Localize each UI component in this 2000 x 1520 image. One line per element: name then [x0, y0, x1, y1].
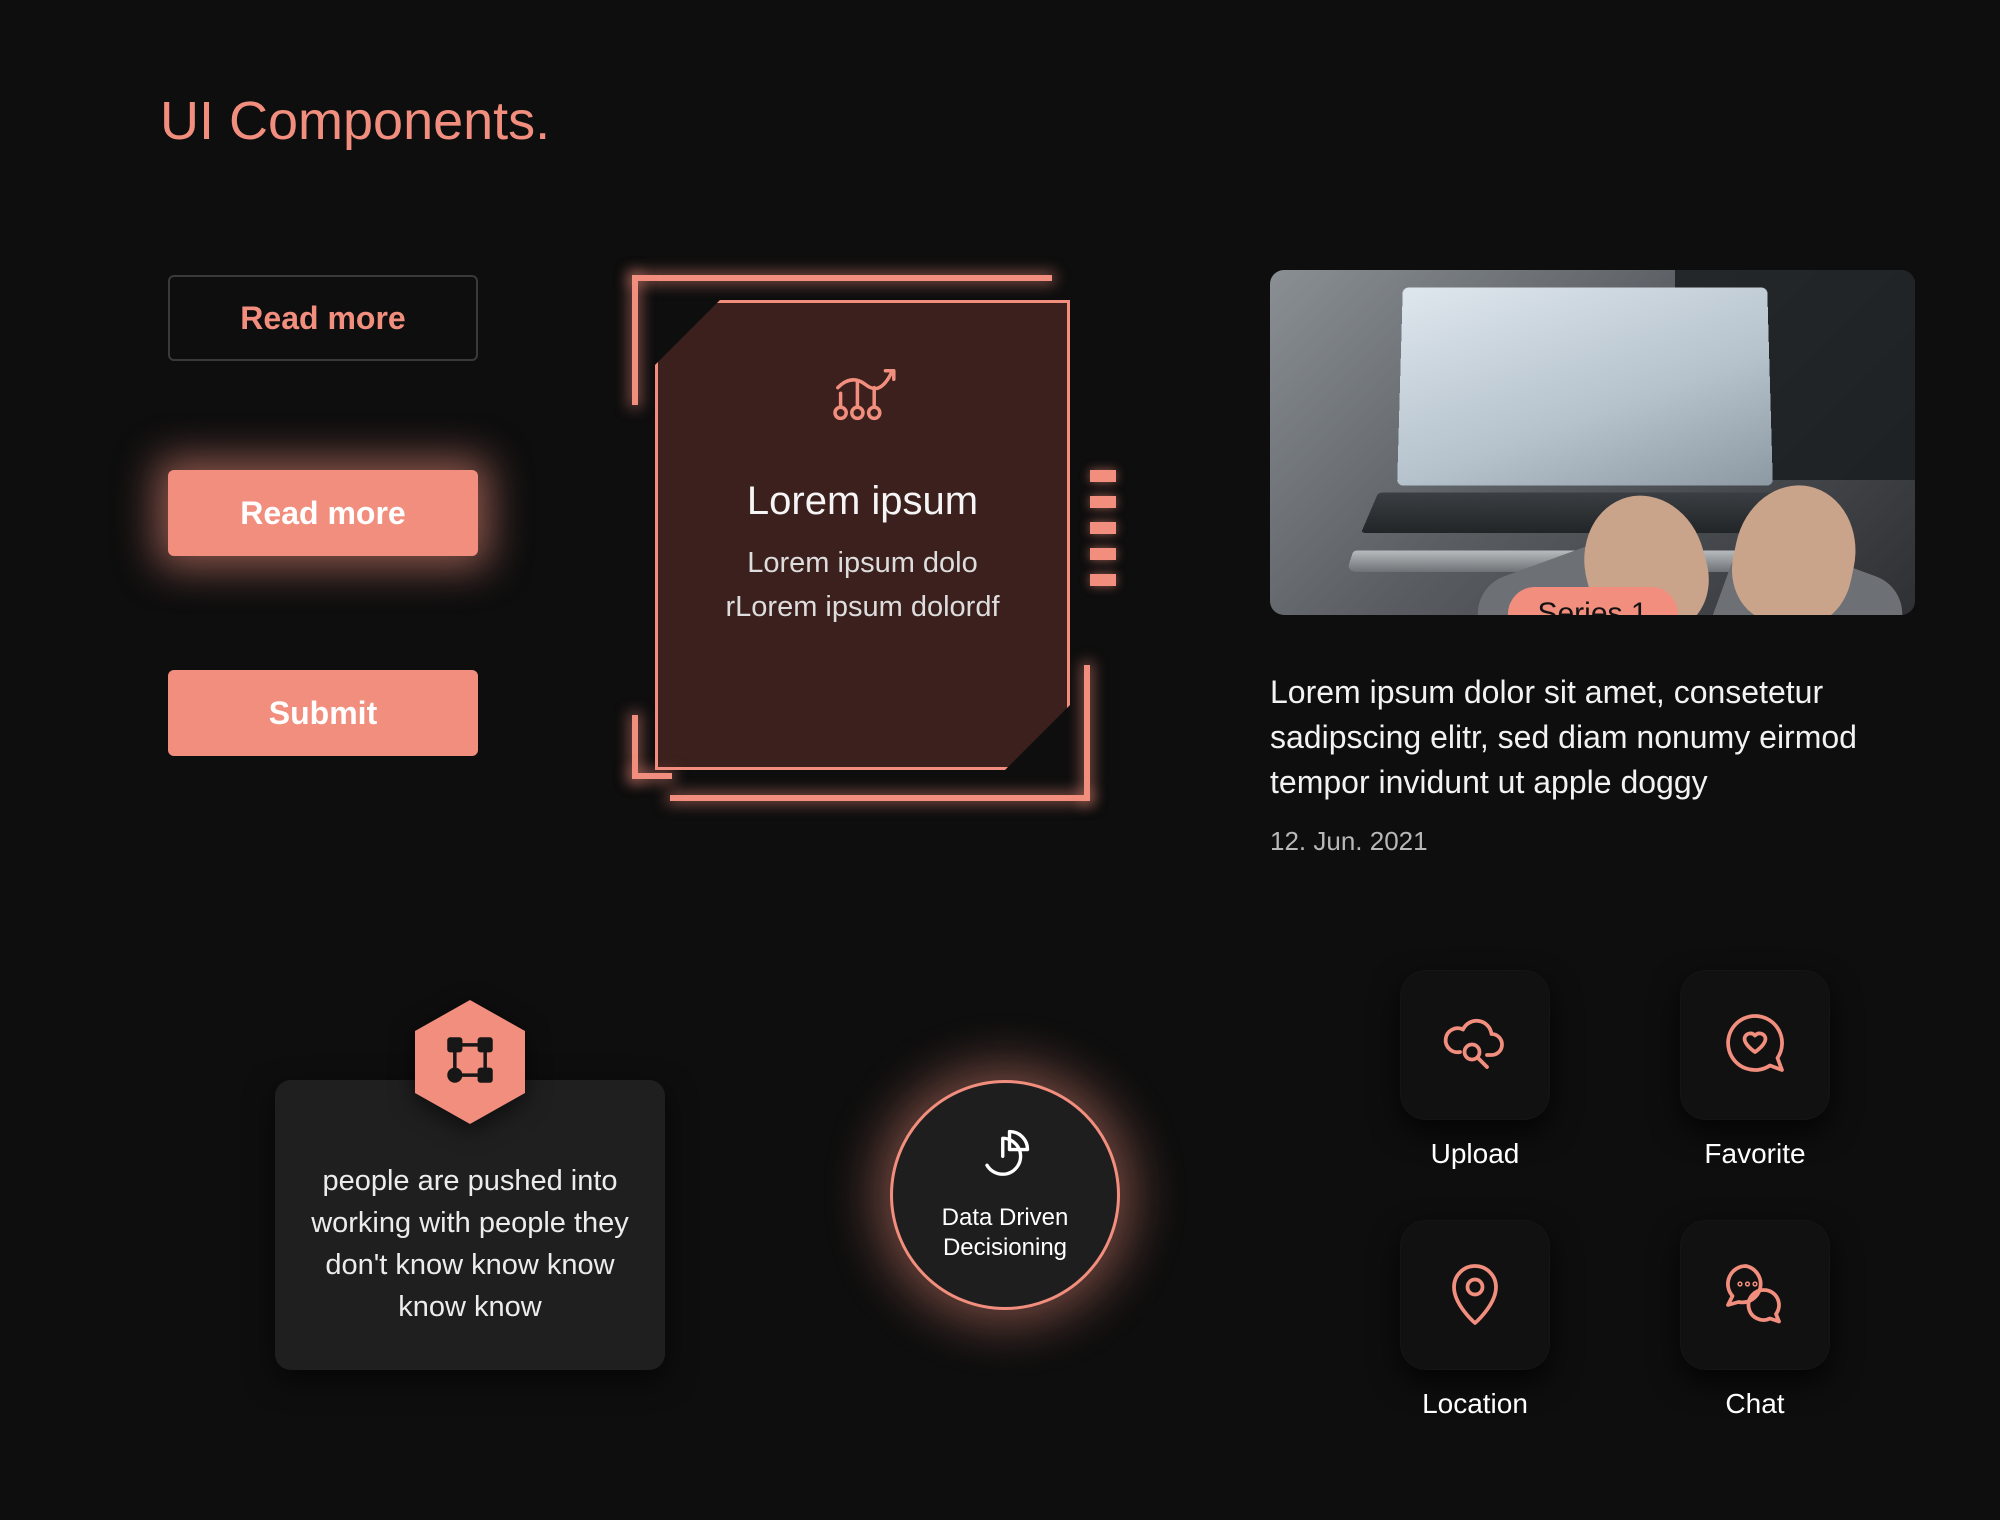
submit-button[interactable]: Submit — [168, 670, 478, 756]
read-more-outline-button[interactable]: Read more — [168, 275, 478, 361]
grid-item-chat: Chat — [1650, 1220, 1860, 1420]
article-date: 12. Jun. 2021 — [1270, 826, 1915, 857]
grid-item-label: Upload — [1431, 1138, 1520, 1170]
grid-item-label: Location — [1422, 1388, 1528, 1420]
circle-badge[interactable]: Data Driven Decisioning — [890, 1080, 1120, 1310]
frame-decoration — [670, 795, 1090, 801]
frame-decoration — [632, 773, 672, 779]
location-pin-icon — [1439, 1257, 1511, 1334]
heart-chat-icon — [1719, 1007, 1791, 1084]
frame-decoration — [1084, 665, 1090, 801]
frame-decoration — [632, 275, 638, 405]
circle-badge-label: Data Driven Decisioning — [893, 1203, 1117, 1263]
upload-button[interactable] — [1400, 970, 1550, 1120]
cloud-search-icon — [1439, 1007, 1511, 1084]
feature-card: Lorem ipsum Lorem ipsum dolo rLorem ipsu… — [600, 265, 1140, 805]
location-button[interactable] — [1400, 1220, 1550, 1370]
info-card-text: people are pushed into working with peop… — [311, 1165, 629, 1323]
page-title: UI Components. — [160, 90, 550, 152]
icon-grid: Upload Favorite Location — [1370, 970, 1860, 1420]
frame-decoration — [632, 275, 1052, 281]
article-text: Lorem ipsum dolor sit amet, consetetur s… — [1270, 670, 1915, 804]
pie-chart-icon — [978, 1127, 1032, 1203]
frame-decoration — [632, 715, 638, 779]
grid-item-label: Favorite — [1704, 1138, 1805, 1170]
series-badge[interactable]: Series 1 — [1507, 587, 1677, 615]
chat-bubbles-icon — [1719, 1257, 1791, 1334]
feature-card-title: Lorem ipsum — [747, 479, 978, 524]
feature-card-body: Lorem ipsum Lorem ipsum dolo rLorem ipsu… — [655, 300, 1070, 770]
feature-card-subtitle: Lorem ipsum dolo rLorem ipsum dolordf — [699, 542, 1026, 629]
article-image: Series 1 — [1270, 270, 1915, 615]
analytics-icon — [828, 368, 898, 429]
favorite-button[interactable] — [1680, 970, 1830, 1120]
article-card: Series 1 Lorem ipsum dolor sit amet, con… — [1270, 270, 1915, 857]
grid-item-label: Chat — [1725, 1388, 1784, 1420]
network-icon — [442, 1032, 498, 1093]
grid-item-upload: Upload — [1370, 970, 1580, 1170]
info-card-badge — [415, 1000, 525, 1124]
grid-item-favorite: Favorite — [1650, 970, 1860, 1170]
chat-button[interactable] — [1680, 1220, 1830, 1370]
read-more-glow-button[interactable]: Read more — [168, 470, 478, 556]
grid-item-location: Location — [1370, 1220, 1580, 1420]
frame-dots — [1090, 470, 1116, 586]
